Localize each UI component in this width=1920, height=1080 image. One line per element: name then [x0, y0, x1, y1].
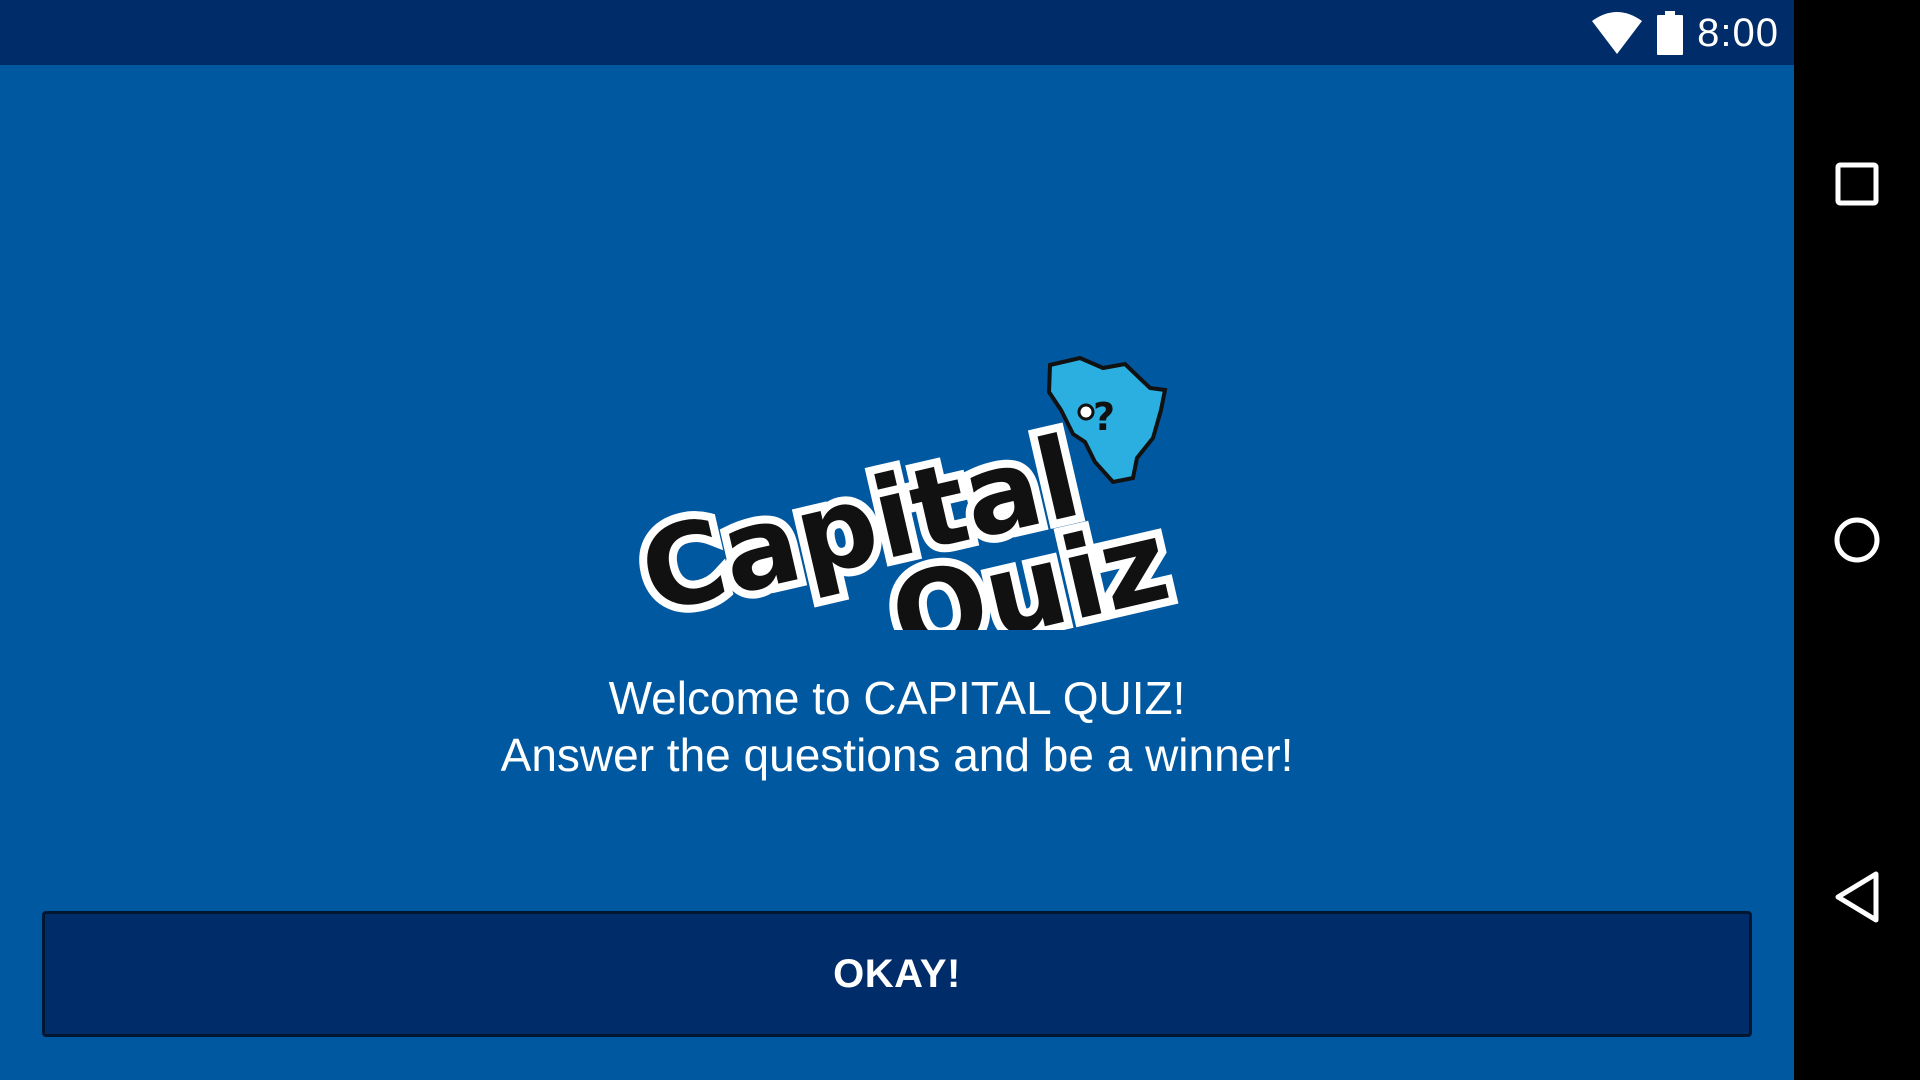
wifi-icon [1592, 12, 1643, 54]
triangle-back-icon [1835, 871, 1879, 923]
okay-button-label: OKAY! [833, 951, 961, 996]
square-recents-icon [1835, 162, 1879, 206]
welcome-line-2: Answer the questions and be a winner! [500, 729, 1294, 781]
navigation-bar [1794, 0, 1920, 1080]
back-button[interactable] [1817, 857, 1897, 937]
recents-button[interactable] [1817, 144, 1897, 224]
welcome-message: Welcome to CAPITAL QUIZ! Answer the ques… [0, 670, 1794, 784]
app-screen: 8:00 ? Capital Quiz Welcome to CAPITAL Q… [0, 0, 1794, 1080]
svg-text:?: ? [1093, 395, 1115, 439]
status-icons: 8:00 [1591, 8, 1779, 58]
capital-quiz-logo: ? Capital Quiz [625, 355, 1185, 630]
status-bar: 8:00 [0, 0, 1794, 65]
home-button[interactable] [1817, 500, 1897, 580]
battery-icon [1657, 11, 1684, 55]
circle-home-icon [1834, 517, 1880, 563]
welcome-line-1: Welcome to CAPITAL QUIZ! [608, 672, 1186, 724]
status-time: 8:00 [1697, 10, 1779, 55]
okay-button[interactable]: OKAY! [42, 911, 1752, 1037]
